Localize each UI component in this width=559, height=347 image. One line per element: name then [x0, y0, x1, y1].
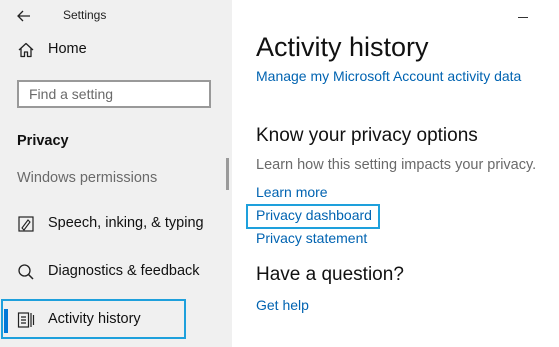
sidebar-item-activity-history[interactable]: Activity history	[0, 302, 232, 338]
back-arrow-icon	[17, 10, 30, 22]
home-label: Home	[48, 41, 87, 57]
learn-more-link[interactable]: Learn more	[256, 184, 328, 200]
sidebar-item-home[interactable]: Home	[0, 36, 232, 64]
sidebar-item-speech[interactable]: Speech, inking, & typing	[0, 206, 232, 242]
get-help-link[interactable]: Get help	[256, 297, 309, 313]
minimize-button[interactable]	[515, 6, 531, 22]
privacy-statement-link[interactable]: Privacy statement	[256, 230, 367, 246]
window-title: Settings	[63, 8, 107, 22]
privacy-dashboard-link[interactable]: Privacy dashboard	[256, 207, 372, 223]
subsection-label: Windows permissions	[17, 170, 158, 186]
sidebar-item-label: Activity history	[48, 311, 141, 327]
page-title: Activity history	[256, 32, 429, 62]
search-input[interactable]	[19, 82, 209, 106]
sidebar-item-label: Diagnostics & feedback	[48, 263, 200, 279]
scrollbar-thumb[interactable]	[226, 158, 229, 190]
sidebar-item-label: Speech, inking, & typing	[48, 215, 204, 231]
search-box[interactable]	[17, 80, 211, 108]
manage-account-link[interactable]: Manage my Microsoft Account activity dat…	[256, 68, 521, 84]
home-icon	[18, 42, 34, 58]
back-button[interactable]	[12, 6, 36, 26]
sidebar: Settings Home Privacy Windows permission…	[0, 0, 232, 347]
question-heading: Have a question?	[256, 264, 404, 285]
sidebar-item-diagnostics[interactable]: Diagnostics & feedback	[0, 254, 232, 290]
main-content: Activity history Manage my Microsoft Acc…	[232, 0, 559, 347]
activity-history-icon	[17, 312, 35, 328]
section-heading: Privacy	[17, 133, 69, 149]
speech-inking-icon	[18, 216, 34, 232]
privacy-description: Learn how this setting impacts your priv…	[256, 157, 537, 173]
diagnostics-icon	[18, 264, 34, 280]
privacy-options-heading: Know your privacy options	[256, 125, 478, 146]
